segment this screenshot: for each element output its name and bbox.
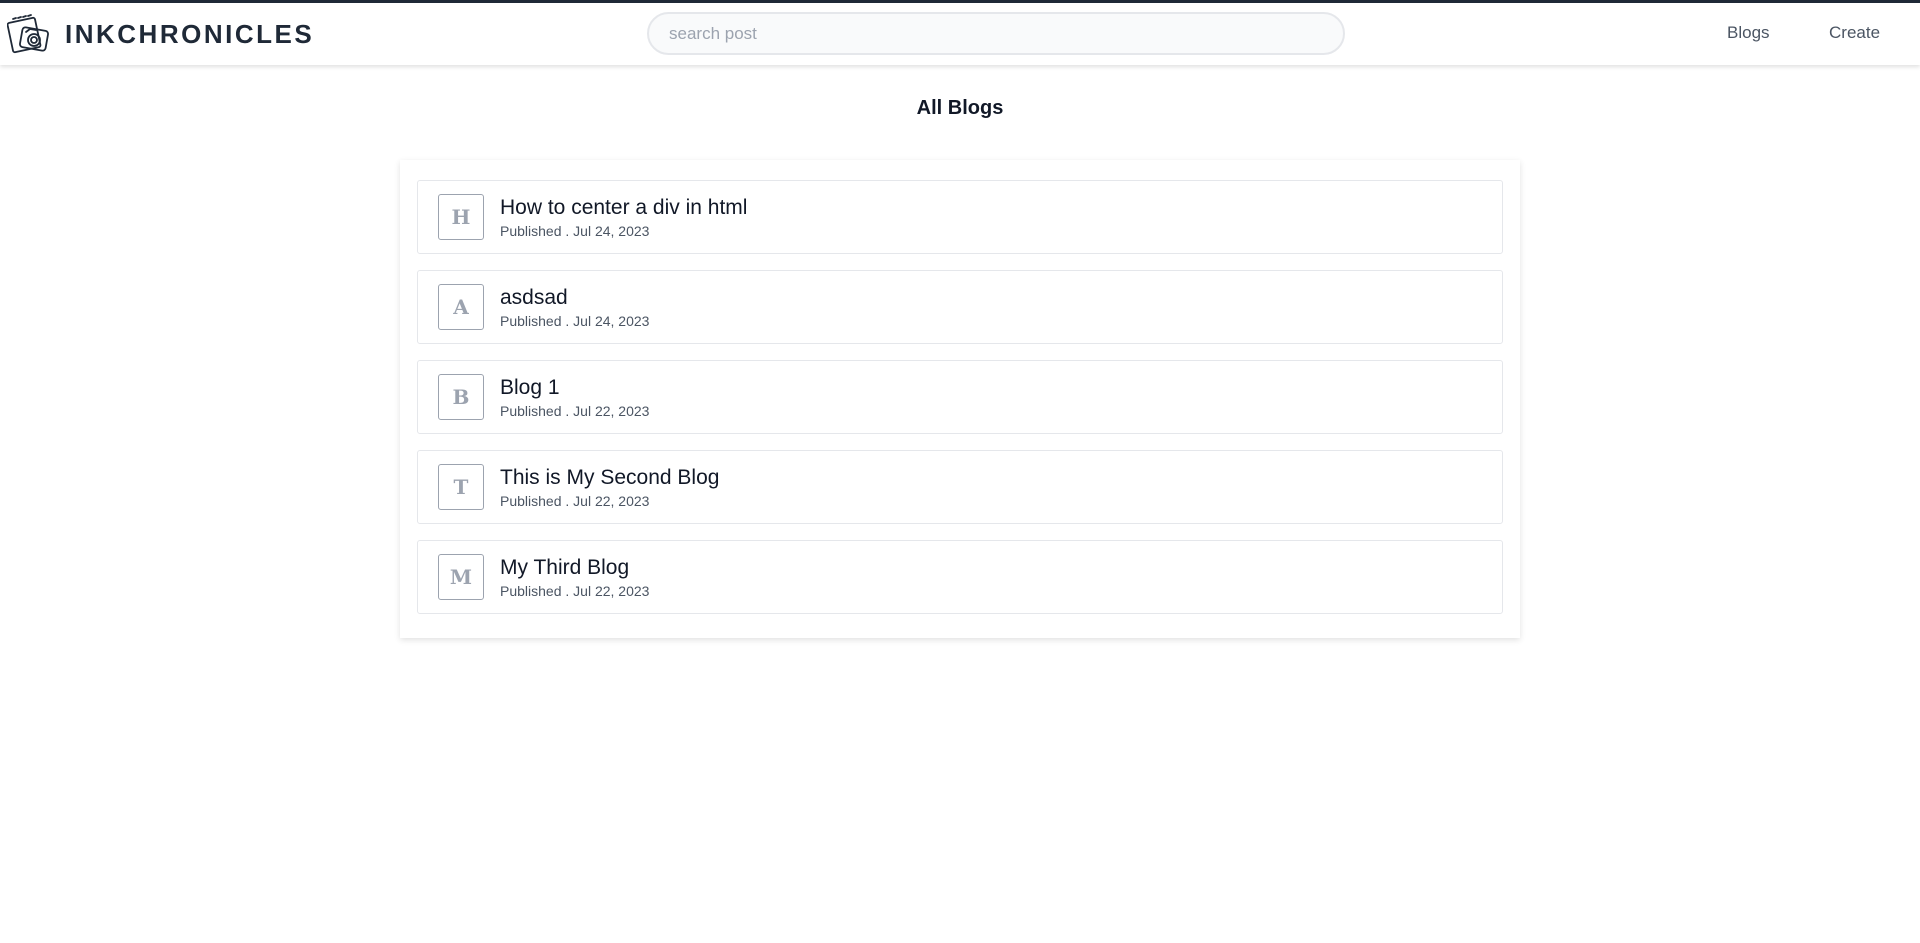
post-meta: Published . Jul 22, 2023: [500, 582, 650, 599]
post-initial-avatar: T: [438, 464, 484, 510]
post-title: asdsad: [500, 285, 568, 309]
blog-post-item[interactable]: H How to center a div in html Published …: [417, 180, 1503, 254]
post-title: My Third Blog: [500, 555, 630, 579]
post-title: This is My Second Blog: [500, 465, 720, 489]
post-initial-avatar: B: [438, 374, 484, 420]
blog-post-item[interactable]: B Blog 1 Published . Jul 22, 2023: [417, 360, 1503, 434]
blog-post-item[interactable]: M My Third Blog Published . Jul 22, 2023: [417, 540, 1503, 614]
post-meta: Published . Jul 22, 2023: [500, 402, 650, 419]
nav-link-blogs[interactable]: Blogs: [1727, 23, 1770, 43]
blog-list-panel: H How to center a div in html Published …: [400, 160, 1520, 638]
camera-notebook-logo-icon: [7, 14, 49, 54]
post-initial-avatar: M: [438, 554, 484, 600]
brand-home-link[interactable]: INKCHRONICLES: [7, 11, 314, 57]
post-title: Blog 1: [500, 375, 560, 399]
blog-post-item[interactable]: T This is My Second Blog Published . Jul…: [417, 450, 1503, 524]
page-title: All Blogs: [916, 97, 1004, 119]
blog-post-item[interactable]: A asdsad Published . Jul 24, 2023: [417, 270, 1503, 344]
top-navbar: INKCHRONICLES Blogs Create: [0, 0, 1920, 65]
post-title: How to center a div in html: [500, 195, 748, 219]
post-initial-avatar: H: [438, 194, 484, 240]
search-input[interactable]: [647, 12, 1345, 55]
post-meta: Published . Jul 24, 2023: [500, 312, 650, 329]
post-initial-avatar: A: [438, 284, 484, 330]
post-meta: Published . Jul 24, 2023: [500, 222, 650, 239]
brand-name: INKCHRONICLES: [65, 18, 315, 49]
post-meta: Published . Jul 22, 2023: [500, 492, 650, 509]
nav-link-create[interactable]: Create: [1829, 23, 1880, 43]
